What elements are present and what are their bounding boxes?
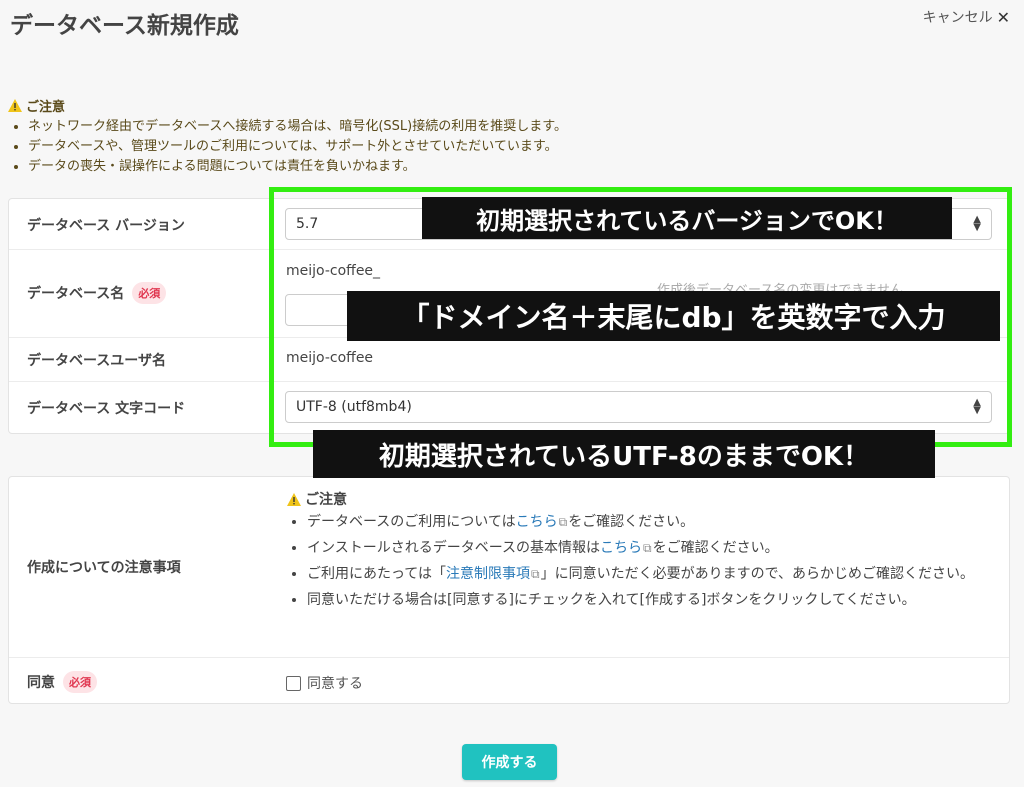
select-arrows-icon: ▲ ▼ [973,214,981,233]
db-user-label: データベースユーザ名 [27,353,167,369]
charset-select[interactable]: UTF-8 (utf8mb4) ▲ ▼ [285,391,992,423]
required-badge: 必須 [132,282,167,304]
terms-notice: ご注意 データベースのご利用についてはこちら⧉をご確認ください。 インストールさ… [287,489,997,617]
caution-heading: ご注意 [26,100,66,115]
agree-row: 同意 必須 同意する [9,657,1009,706]
agree-checkbox-label: 同意する [307,676,363,692]
agree-label-group: 同意 必須 [27,671,97,693]
terms-panel: 作成についての注意事項 ご注意 データベースのご利用についてはこちら⧉をご確認く… [8,476,1010,704]
annotation-callout: 「ドメイン名＋末尾にdb」を英数字で入力 [347,291,1000,341]
version-value: 5.7 [296,216,319,232]
usage-link[interactable]: こちら [516,514,558,530]
select-arrows-icon: ▲ ▼ [973,397,981,416]
page-title: データベース新規作成 [10,13,239,39]
terms-item: データベースのご利用についてはこちら⧉をご確認ください。 [307,513,997,532]
checkbox-icon[interactable] [286,675,301,691]
warning-icon [287,492,301,506]
agree-checkbox[interactable]: 同意する [286,673,363,693]
terms-label: 作成についての注意事項 [27,560,181,576]
charset-label: データベース 文字コード [27,401,186,417]
create-button[interactable]: 作成する [462,744,557,780]
charset-row: データベース 文字コード UTF-8 (utf8mb4) ▲ ▼ [9,381,1009,433]
db-user-value: meijo-coffee [286,350,374,366]
external-link-icon: ⧉ [558,515,568,529]
caution-item: ネットワーク経由でデータベースへ接続する場合は、暗号化(SSL)接続の利用を推奨… [28,117,567,137]
caution-item: データベースや、管理ツールのご利用については、サポート外とさせていただいています… [28,137,567,157]
terms-item: 同意いただける場合は[同意する]にチェックを入れて[作成する]ボタンをクリックし… [307,591,997,610]
cancel-button[interactable]: キャンセル ✕ [923,7,1010,27]
terms-heading: ご注意 [305,492,347,508]
charset-value: UTF-8 (utf8mb4) [296,399,412,415]
required-badge: 必須 [63,671,97,693]
warning-icon [8,99,22,112]
db-name-prefix: meijo-coffee_ [286,263,381,279]
terms-item: ご利用にあたっては「注意制限事項⧉」に同意いただく必要がありますので、あらかじめ… [307,565,997,584]
caution-notice: ご注意 ネットワーク経由でデータベースへ接続する場合は、暗号化(SSL)接続の利… [8,96,567,177]
db-name-label: データベース名 [27,286,125,302]
annotation-callout: 初期選択されているバージョンでOK！ [422,197,952,239]
caution-item: データの喪失・誤操作による問題については責任を負いかねます。 [28,157,567,177]
external-link-icon: ⧉ [643,541,652,555]
info-link[interactable]: こちら [600,540,642,556]
external-link-icon: ⧉ [531,567,540,581]
db-user-row: データベースユーザ名 meijo-coffee [9,337,1009,382]
annotation-callout: 初期選択されているUTF-8のままでOK！ [313,430,935,478]
agree-label: 同意 [27,675,55,691]
restrictions-link[interactable]: 注意制限事項 [446,566,530,582]
terms-item: インストールされるデータベースの基本情報はこちら⧉をご確認ください。 [307,539,997,558]
db-name-label-group: データベース名 必須 [27,282,167,304]
cancel-label: キャンセル [922,10,993,26]
version-label: データベース バージョン [27,218,185,234]
close-icon: ✕ [996,7,1010,27]
